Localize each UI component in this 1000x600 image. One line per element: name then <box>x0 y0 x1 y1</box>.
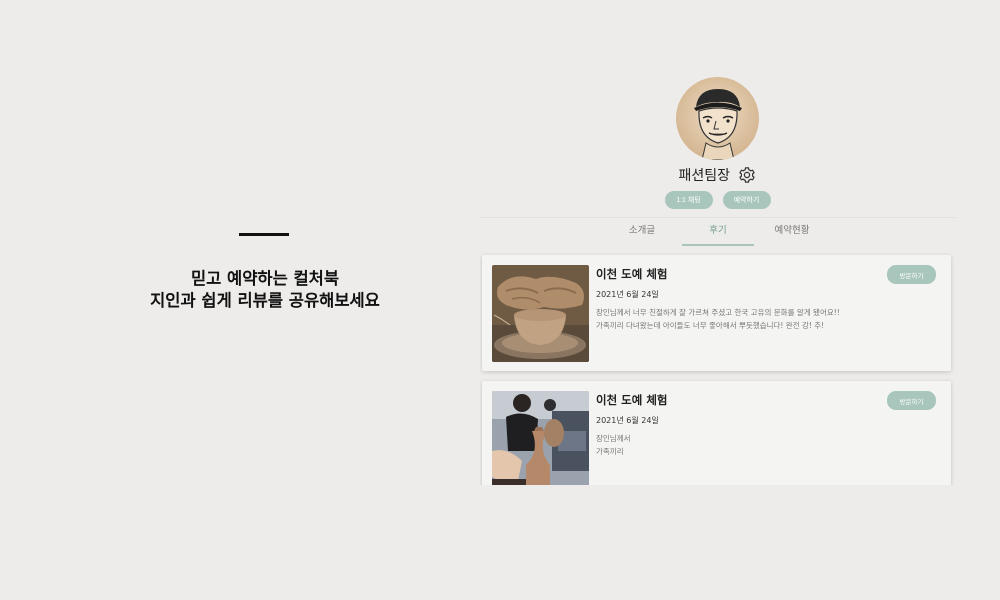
pottery-wheel-image <box>492 265 589 362</box>
review-body: 장인님께서 너무 친절하게 잘 가르쳐 주셨고 한국 고유의 문화를 알게 됐어… <box>596 306 840 332</box>
review-date: 2021년 6월 24일 <box>596 416 659 425</box>
review-card[interactable]: 이천 도예 체험 2021년 6월 24일 장인님께서 너무 친절하게 잘 가르… <box>482 255 951 371</box>
profile-tabs: 소개글 후기 예약현황 <box>480 218 955 246</box>
gear-icon[interactable] <box>738 166 756 184</box>
tab-reviews[interactable]: 후기 <box>682 218 754 246</box>
review-thumbnail <box>492 265 589 362</box>
divider-bar <box>239 233 289 236</box>
review-body: 장인님께서 가족끼리 <box>596 432 631 458</box>
tagline-line-1: 믿고 예약하는 컬처북 <box>190 269 340 288</box>
review-body-line: 가족끼리 다녀왔는데 아이들도 너무 좋아해서 뿌듯했습니다! 완전 강! 추! <box>596 321 825 330</box>
review-thumbnail <box>492 391 589 485</box>
tab-intro[interactable]: 소개글 <box>606 218 678 244</box>
review-title: 이천 도예 체험 <box>596 267 668 281</box>
promo-panel: 믿고 예약하는 컬처북 지인과 쉽게 리뷰를 공유해보세요 <box>0 0 480 600</box>
review-body-line: 가족끼리 <box>596 447 624 456</box>
review-title: 이천 도예 체험 <box>596 393 668 407</box>
profile-actions: 1:1 채팅 예약하기 <box>480 191 955 209</box>
review-body-line: 장인님께서 너무 친절하게 잘 가르쳐 주셨고 한국 고유의 문화를 알게 됐어… <box>596 308 840 317</box>
profile-panel: 패션팀장 1:1 채팅 예약하기 소개글 후기 예약현황 이천 도예 체험 20… <box>480 0 955 485</box>
visit-button[interactable]: 방문하기 <box>887 265 936 284</box>
review-body-line: 장인님께서 <box>596 434 631 443</box>
avatar-illustration <box>694 89 742 160</box>
tagline-line-2: 지인과 쉽게 리뷰를 공유해보세요 <box>150 291 380 310</box>
avatar <box>676 77 759 160</box>
chat-button[interactable]: 1:1 채팅 <box>664 191 713 209</box>
visit-button[interactable]: 방문하기 <box>887 391 936 410</box>
tagline: 믿고 예약하는 컬처북 지인과 쉽게 리뷰를 공유해보세요 <box>0 268 530 312</box>
pottery-class-image <box>492 391 589 485</box>
tab-reservations[interactable]: 예약현황 <box>756 218 828 244</box>
review-date: 2021년 6월 24일 <box>596 290 659 299</box>
username: 패션팀장 <box>678 168 731 184</box>
review-card[interactable]: 이천 도예 체험 2021년 6월 24일 장인님께서 가족끼리 방문하기 <box>482 381 951 485</box>
username-row: 패션팀장 <box>480 165 955 185</box>
reserve-button[interactable]: 예약하기 <box>722 191 771 209</box>
